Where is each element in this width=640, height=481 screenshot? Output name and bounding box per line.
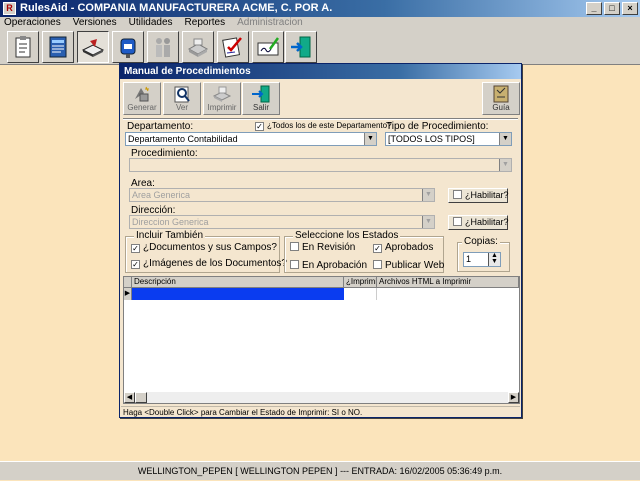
- copias-spinner[interactable]: 1 ▲ ▼: [463, 252, 501, 267]
- document-icon: [49, 36, 67, 58]
- menu-administracion: Administracion: [237, 17, 303, 28]
- signature-icon: [257, 37, 280, 56]
- generate-icon: [135, 86, 149, 102]
- todos-checkbox-box: ✓: [255, 122, 264, 131]
- menu-versiones[interactable]: Versiones: [73, 17, 117, 29]
- en-aprobacion-checkbox[interactable]: En Aprobación: [290, 260, 367, 271]
- print-icon: [212, 86, 232, 102]
- horizontal-scrollbar[interactable]: ◀ ▶: [124, 392, 519, 403]
- chevron-down-icon: ▼: [422, 189, 434, 201]
- checkbox-box: [290, 242, 299, 251]
- menu-utilidades[interactable]: Utilidades: [129, 17, 173, 29]
- grid-hint: Haga <Double Click> para Cambiar el Esta…: [121, 406, 520, 417]
- main-toolbar: [0, 29, 640, 65]
- habilitar-direccion-button[interactable]: ¿Habilitar?: [448, 215, 509, 230]
- menu-reportes[interactable]: Reportes: [185, 17, 226, 29]
- col-descripcion[interactable]: Descripción: [132, 277, 344, 288]
- row-header-corner: [124, 277, 132, 288]
- generar-button[interactable]: Generar: [123, 82, 161, 115]
- manual-procedimientos-dialog: Manual de Procedimientos Generar Ver Imp…: [119, 63, 522, 418]
- checkbox-box: ✓: [131, 260, 140, 269]
- current-row-pointer-icon: ▶: [124, 288, 132, 300]
- view-icon: [174, 86, 190, 103]
- spinner-arrows-icon[interactable]: ▲ ▼: [488, 252, 500, 266]
- incluir-documentos-checkbox[interactable]: ✓ ¿Documentos y sus Campos?: [131, 242, 277, 253]
- table-cell-archivos[interactable]: [377, 288, 519, 300]
- people-icon: [156, 38, 170, 57]
- salir-button[interactable]: Salir: [242, 82, 280, 115]
- checkbox-box: ✓: [131, 244, 140, 253]
- incluir-title: Incluir También: [134, 230, 206, 241]
- scroll-thumb[interactable]: [135, 392, 147, 403]
- menu-bar: Operaciones Versiones Utilidades Reporte…: [0, 17, 640, 29]
- checkbox-box: [290, 260, 299, 269]
- checkbox-box: ✓: [373, 244, 382, 253]
- printer-icon: [187, 38, 209, 57]
- book-icon: [81, 39, 105, 57]
- minimize-button[interactable]: _: [586, 2, 602, 15]
- app-icon: R: [3, 2, 16, 15]
- en-revision-checkbox[interactable]: En Revisión: [290, 242, 355, 253]
- area-select[interactable]: Area Generica ▼: [129, 188, 435, 202]
- mailbox-icon: [120, 38, 136, 58]
- copias-label: Copias:: [462, 236, 500, 247]
- imprimir-button[interactable]: Imprimir: [203, 82, 241, 115]
- checklist-icon: [222, 37, 242, 58]
- copias-group: Copias: 1 ▲ ▼: [457, 236, 510, 272]
- toolbar-btn-manual[interactable]: [77, 31, 109, 63]
- todos-checkbox[interactable]: ✓ ¿Todos los de este Departamento?: [255, 121, 392, 131]
- exit-door-icon: [291, 36, 311, 58]
- incluir-group: Incluir También ✓ ¿Documentos y sus Campo…: [125, 230, 287, 273]
- app-title: RulesAid - COMPANIA MANUFACTURERA ACME, …: [20, 2, 333, 14]
- chevron-down-icon: ▼: [364, 133, 376, 145]
- toolbar-btn-signature[interactable]: [252, 31, 284, 63]
- toolbar-btn-mailbox[interactable]: [112, 31, 144, 63]
- toolbar-btn-document[interactable]: [42, 31, 74, 63]
- guia-button[interactable]: Guía: [482, 82, 520, 115]
- procedimiento-select[interactable]: ▼: [129, 158, 512, 172]
- chevron-down-icon: ▼: [499, 159, 511, 171]
- habilitar-direccion-checkbox: [453, 217, 462, 226]
- status-bar: WELLINGTON_PEPEN [ WELLINGTON PEPEN ] --…: [0, 461, 640, 480]
- dialog-title: Manual de Procedimientos: [120, 64, 521, 79]
- col-archivos-html[interactable]: Archivos HTML a Imprimir: [377, 277, 519, 288]
- departamento-select[interactable]: Departamento Contabilidad ▼: [125, 132, 377, 146]
- toolbar-btn-printer[interactable]: [182, 31, 214, 63]
- guide-book-icon: [493, 85, 509, 103]
- toolbar-btn-clipboard[interactable]: [7, 31, 39, 63]
- toolbar-btn-checklist[interactable]: [217, 31, 249, 63]
- clipboard-icon: [15, 36, 31, 58]
- tipo-select[interactable]: [TODOS LOS TIPOS] ▼: [385, 132, 512, 146]
- estados-title: Seleccione los Estados: [293, 230, 401, 241]
- direccion-select[interactable]: Direccion Generica ▼: [129, 215, 435, 229]
- app-titlebar: R RulesAid - COMPANIA MANUFACTURERA ACME…: [0, 0, 640, 17]
- estados-group: Seleccione los Estados En Revisión ✓ Apro…: [284, 230, 444, 273]
- chevron-down-icon: ▼: [422, 216, 434, 228]
- departamento-label: Departamento:: [127, 121, 194, 132]
- scroll-right-icon[interactable]: ▶: [508, 392, 519, 403]
- exit-icon: [252, 85, 270, 103]
- incluir-imagenes-checkbox[interactable]: ✓ ¿Imágenes de los Documentos?: [131, 258, 287, 269]
- habilitar-area-checkbox: [453, 190, 462, 199]
- chevron-down-icon: ▼: [499, 133, 511, 145]
- toolbar-btn-people[interactable]: [147, 31, 179, 63]
- tipo-label: Tipo de Procedimiento:: [386, 121, 489, 132]
- ver-button[interactable]: Ver: [163, 82, 201, 115]
- toolbar-separator: [123, 118, 518, 120]
- menu-operaciones[interactable]: Operaciones: [4, 17, 61, 29]
- table-row-selected[interactable]: [132, 288, 344, 300]
- habilitar-area-button[interactable]: ¿Habilitar?: [448, 188, 509, 203]
- checkbox-box: [373, 260, 382, 269]
- table-cell-imprimir[interactable]: [344, 288, 377, 300]
- toolbar-btn-exit[interactable]: [285, 31, 317, 63]
- maximize-button[interactable]: □: [604, 2, 620, 15]
- aprobados-checkbox[interactable]: ✓ Aprobados: [373, 242, 433, 253]
- scroll-left-icon[interactable]: ◀: [124, 392, 135, 403]
- col-imprimir[interactable]: ¿Imprimir?: [344, 277, 377, 288]
- publicar-web-checkbox[interactable]: Publicar Web: [373, 260, 444, 271]
- close-button[interactable]: ×: [622, 2, 638, 15]
- procedimientos-grid: Descripción ¿Imprimir? Archivos HTML a I…: [123, 276, 520, 404]
